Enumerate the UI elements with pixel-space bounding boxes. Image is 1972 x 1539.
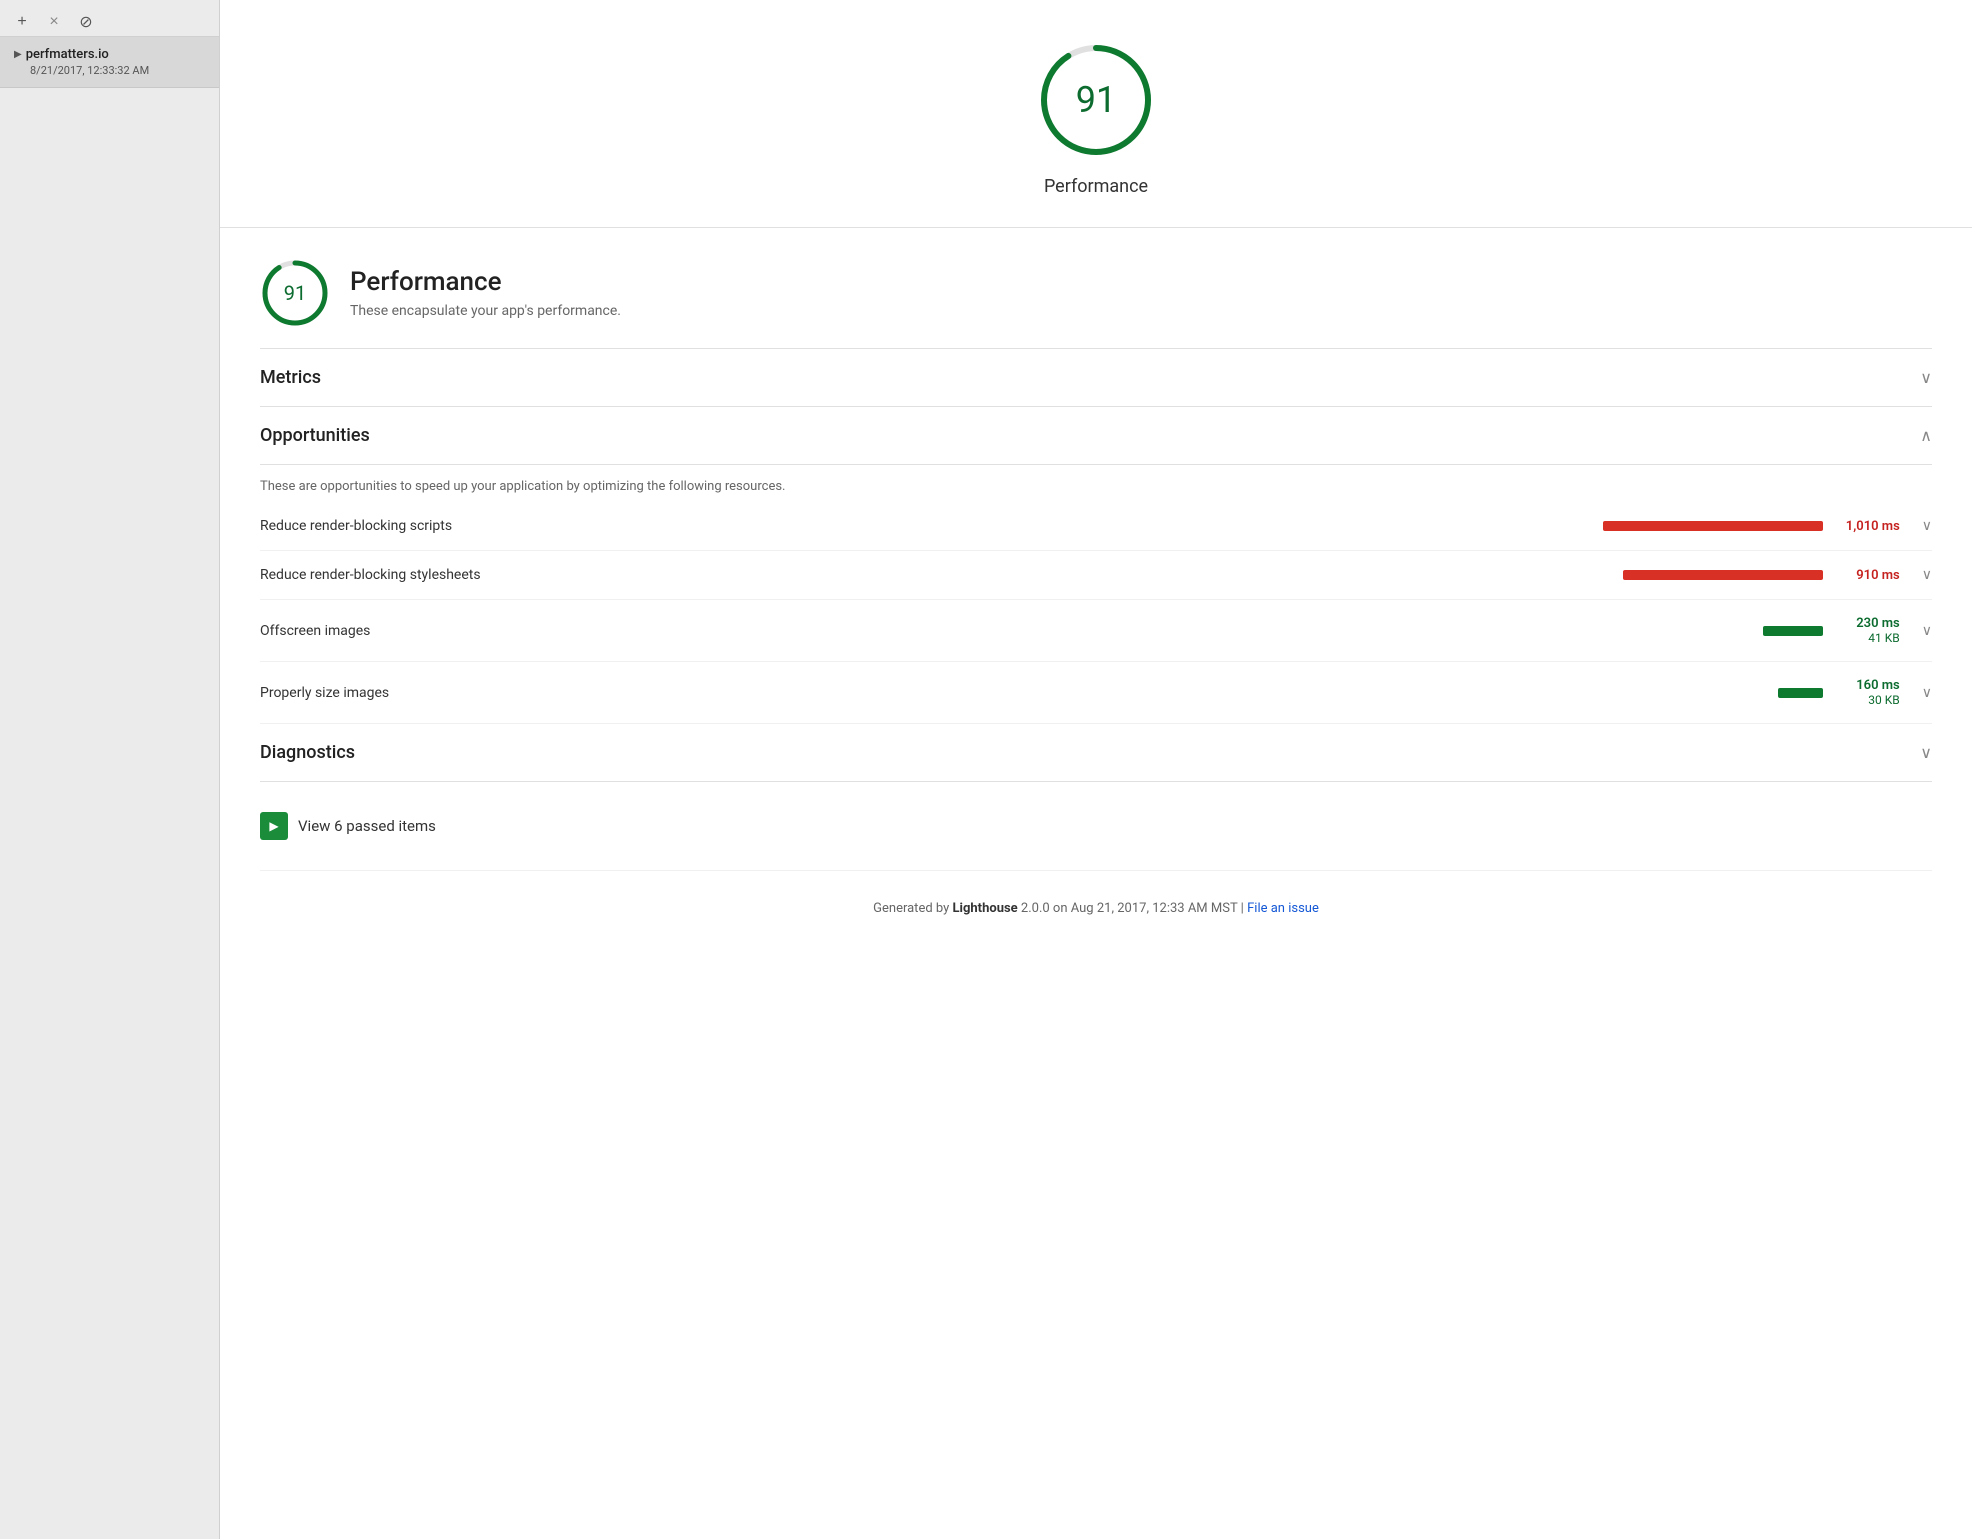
hero-score-value: 91: [1076, 79, 1116, 121]
sidebar-arrow-icon: ▶: [14, 49, 22, 60]
perf-score-small: 91: [284, 281, 306, 305]
diagnostics-label: Diagnostics: [260, 742, 355, 763]
metrics-chevron-icon: ∨: [1920, 368, 1932, 387]
main-content: 91 Performance 91 Performance These enca…: [220, 0, 1972, 1539]
content-area: 91 Performance These encapsulate your ap…: [220, 228, 1972, 1539]
footer: Generated by Lighthouse 2.0.0 on Aug 21,…: [260, 870, 1932, 936]
metrics-label: Metrics: [260, 367, 321, 388]
footer-generated-text: Generated by: [873, 901, 952, 916]
opportunity-row-0: Reduce render-blocking scripts 1,010 ms …: [260, 502, 1932, 551]
opp-label-3: Properly size images: [260, 685, 660, 701]
opp-bar-area-3: 160 ms 30 KB ∨: [660, 678, 1932, 707]
opp-label-1: Reduce render-blocking stylesheets: [260, 567, 660, 583]
hero-label: Performance: [1044, 176, 1148, 197]
opp-bar-area-1: 910 ms ∨: [660, 567, 1932, 583]
opp-bar-area-0: 1,010 ms ∨: [660, 518, 1932, 534]
sidebar-item-perfmatters[interactable]: ▶ perfmatters.io 8/21/2017, 12:33:32 AM: [0, 37, 219, 88]
perf-title: Performance: [350, 267, 621, 297]
opp-expand-3[interactable]: ∨: [1922, 685, 1932, 701]
opp-time-main-0: 1,010 ms: [1835, 519, 1900, 534]
opportunities-section-header[interactable]: Opportunities ∧: [260, 407, 1932, 465]
opportunities-label: Opportunities: [260, 425, 370, 446]
opp-time-sub-3: 30 KB: [1835, 693, 1900, 707]
sidebar-tabs: + × ⊘: [0, 0, 219, 37]
opp-label-0: Reduce render-blocking scripts: [260, 518, 660, 534]
diagnostics-section: Diagnostics ∨: [260, 724, 1932, 792]
close-tab-button[interactable]: ×: [40, 8, 68, 36]
passed-label: View 6 passed items: [298, 817, 436, 835]
opp-expand-0[interactable]: ∨: [1922, 518, 1932, 534]
sidebar: + × ⊘ ▶ perfmatters.io 8/21/2017, 12:33:…: [0, 0, 220, 1539]
sidebar-site-name: perfmatters.io: [26, 47, 109, 62]
score-hero: 91 Performance: [220, 0, 1972, 228]
opp-time-2: 230 ms 41 KB: [1835, 616, 1900, 645]
perf-description: These encapsulate your app's performance…: [350, 303, 621, 319]
opp-time-sub-2: 41 KB: [1835, 631, 1900, 645]
opportunities-chevron-icon: ∧: [1920, 426, 1932, 445]
perf-title-block: Performance These encapsulate your app's…: [350, 267, 621, 319]
sidebar-site-date: 8/21/2017, 12:33:32 AM: [14, 64, 205, 77]
opportunity-row-1: Reduce render-blocking stylesheets 910 m…: [260, 551, 1932, 600]
opp-time-main-3: 160 ms: [1835, 678, 1900, 693]
opp-time-0: 1,010 ms: [1835, 519, 1900, 534]
opp-time-3: 160 ms 30 KB: [1835, 678, 1900, 707]
opp-time-main-2: 230 ms: [1835, 616, 1900, 631]
opp-bar-3: [1778, 688, 1823, 698]
opp-expand-1[interactable]: ∨: [1922, 567, 1932, 583]
passed-icon: [260, 812, 288, 840]
opp-time-main-1: 910 ms: [1835, 568, 1900, 583]
passed-items[interactable]: View 6 passed items: [260, 792, 1932, 850]
opp-expand-2[interactable]: ∨: [1922, 623, 1932, 639]
performance-header: 91 Performance These encapsulate your ap…: [260, 228, 1932, 349]
opp-label-2: Offscreen images: [260, 623, 660, 639]
opportunities-description: These are opportunities to speed up your…: [260, 465, 1932, 502]
diagnostics-chevron-icon: ∨: [1920, 743, 1932, 762]
hero-gauge: 91: [1036, 40, 1156, 160]
stop-button[interactable]: ⊘: [72, 8, 100, 36]
footer-version-text: 2.0.0 on Aug 21, 2017, 12:33 AM MST |: [1018, 901, 1247, 916]
opportunity-row-2: Offscreen images 230 ms 41 KB ∨: [260, 600, 1932, 662]
opp-time-1: 910 ms: [1835, 568, 1900, 583]
file-issue-link[interactable]: File an issue: [1247, 901, 1319, 916]
opp-bar-2: [1763, 626, 1823, 636]
opp-bar-1: [1623, 570, 1823, 580]
opportunity-row-3: Properly size images 160 ms 30 KB ∨: [260, 662, 1932, 724]
perf-gauge-small: 91: [260, 258, 330, 328]
metrics-section-header[interactable]: Metrics ∨: [260, 349, 1932, 407]
add-tab-button[interactable]: +: [8, 8, 36, 36]
diagnostics-section-header[interactable]: Diagnostics ∨: [260, 724, 1932, 782]
opp-bar-0: [1603, 521, 1823, 531]
opp-bar-area-2: 230 ms 41 KB ∨: [660, 616, 1932, 645]
footer-app-name: Lighthouse: [953, 901, 1018, 916]
